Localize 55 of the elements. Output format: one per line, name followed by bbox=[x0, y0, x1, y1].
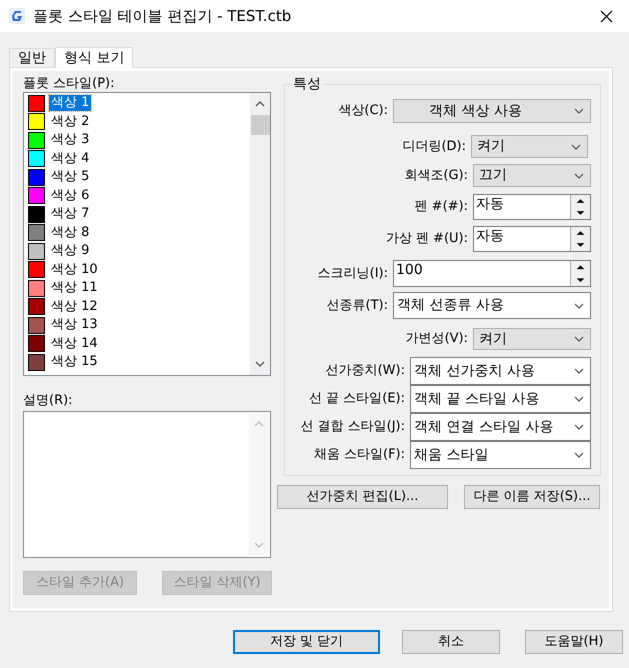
property-label: 선 결합 스타일(J): bbox=[299, 420, 406, 434]
spin-field[interactable]: 100 bbox=[393, 260, 591, 287]
list-item[interactable]: 색상 13 bbox=[49, 317, 100, 334]
property-label: 선종류(T): bbox=[326, 298, 389, 312]
spin-field[interactable]: 자동 bbox=[473, 194, 591, 220]
plot-style-list[interactable]: 색상 1 색상 2 색상 3 색상 4 색상 5 색상 6 색상 7 색상 8 색상 9 색상 10 색상 11 색상 12 색상 13 색상 14 색상 15 bbox=[23, 92, 271, 376]
list-item[interactable]: 색상 8 bbox=[49, 224, 92, 241]
dropdown[interactable]: 켜기 bbox=[473, 328, 591, 350]
list-item[interactable]: 색상 4 bbox=[49, 150, 92, 167]
combo-box[interactable]: 채움 스타일 bbox=[410, 441, 591, 469]
property-label: 회색조(G): bbox=[403, 168, 469, 182]
property-label: 스크리닝(I): bbox=[316, 266, 389, 280]
tab[interactable]: 형식 보기 bbox=[55, 47, 134, 68]
dropdown[interactable]: 객체 색상 사용 bbox=[393, 99, 591, 123]
list-item[interactable]: 색상 9 bbox=[49, 243, 92, 260]
property-label: 선 끝 스타일(E): bbox=[308, 392, 406, 406]
list-item[interactable]: 색상 10 bbox=[49, 262, 100, 278]
property-label: 가변성(V): bbox=[404, 332, 469, 346]
list-item[interactable]: 색상 12 bbox=[49, 298, 100, 315]
close-icon[interactable] bbox=[600, 10, 613, 22]
app-logo-icon bbox=[9, 8, 25, 24]
plot-style-label: 플롯 스타일(P): bbox=[23, 76, 116, 92]
dropdown[interactable]: 끄기 bbox=[473, 164, 591, 187]
list-item[interactable]: 색상 1 bbox=[49, 95, 92, 112]
list-item[interactable]: 색상 5 bbox=[49, 169, 92, 186]
property-label: 펜 #(#): bbox=[414, 200, 469, 214]
property-button[interactable]: 선가중치 편집(L)... bbox=[277, 485, 448, 509]
combo-box[interactable]: 객체 연결 스타일 사용 bbox=[410, 413, 591, 441]
combo-box[interactable]: 객체 선종류 사용 bbox=[393, 292, 591, 319]
property-label: 디더링(D): bbox=[401, 140, 467, 154]
description-field[interactable] bbox=[23, 411, 271, 558]
dropdown[interactable]: 켜기 bbox=[471, 135, 588, 158]
list-item[interactable]: 색상 14 bbox=[49, 336, 100, 352]
dialog-button[interactable]: 도움말(H) bbox=[525, 630, 623, 654]
window-title: 플롯 스타일 테이블 편집기 - TEST.ctb bbox=[33, 7, 292, 25]
combo-box[interactable]: 객체 끝 스타일 사용 bbox=[410, 385, 591, 413]
spin-field[interactable]: 자동 bbox=[473, 226, 591, 252]
property-label: 색상(C): bbox=[337, 104, 389, 118]
tab[interactable]: 일반 bbox=[9, 48, 55, 67]
list-item[interactable]: 색상 15 bbox=[49, 354, 100, 370]
list-item[interactable]: 색상 7 bbox=[49, 206, 92, 222]
dialog-button[interactable]: 저장 및 닫기 bbox=[233, 630, 380, 654]
property-label: 가상 펜 #(U): bbox=[384, 232, 469, 246]
dialog-button[interactable]: 취소 bbox=[402, 630, 500, 654]
list-item[interactable]: 색상 2 bbox=[49, 114, 92, 130]
description-label: 설명(R): bbox=[23, 393, 74, 409]
property-label: 채움 스타일(F): bbox=[312, 448, 406, 462]
list-item[interactable]: 색상 11 bbox=[49, 280, 100, 296]
scrollbar-thumb[interactable] bbox=[250, 115, 270, 135]
combo-box[interactable]: 객체 선가중치 사용 bbox=[410, 357, 591, 385]
list-item[interactable]: 색상 6 bbox=[49, 188, 92, 204]
group-title: 특성 bbox=[291, 76, 323, 93]
property-button[interactable]: 다른 이름 저장(S)... bbox=[464, 485, 600, 509]
property-label: 선가중치(W): bbox=[324, 364, 406, 378]
list-item[interactable]: 색상 3 bbox=[49, 132, 92, 148]
